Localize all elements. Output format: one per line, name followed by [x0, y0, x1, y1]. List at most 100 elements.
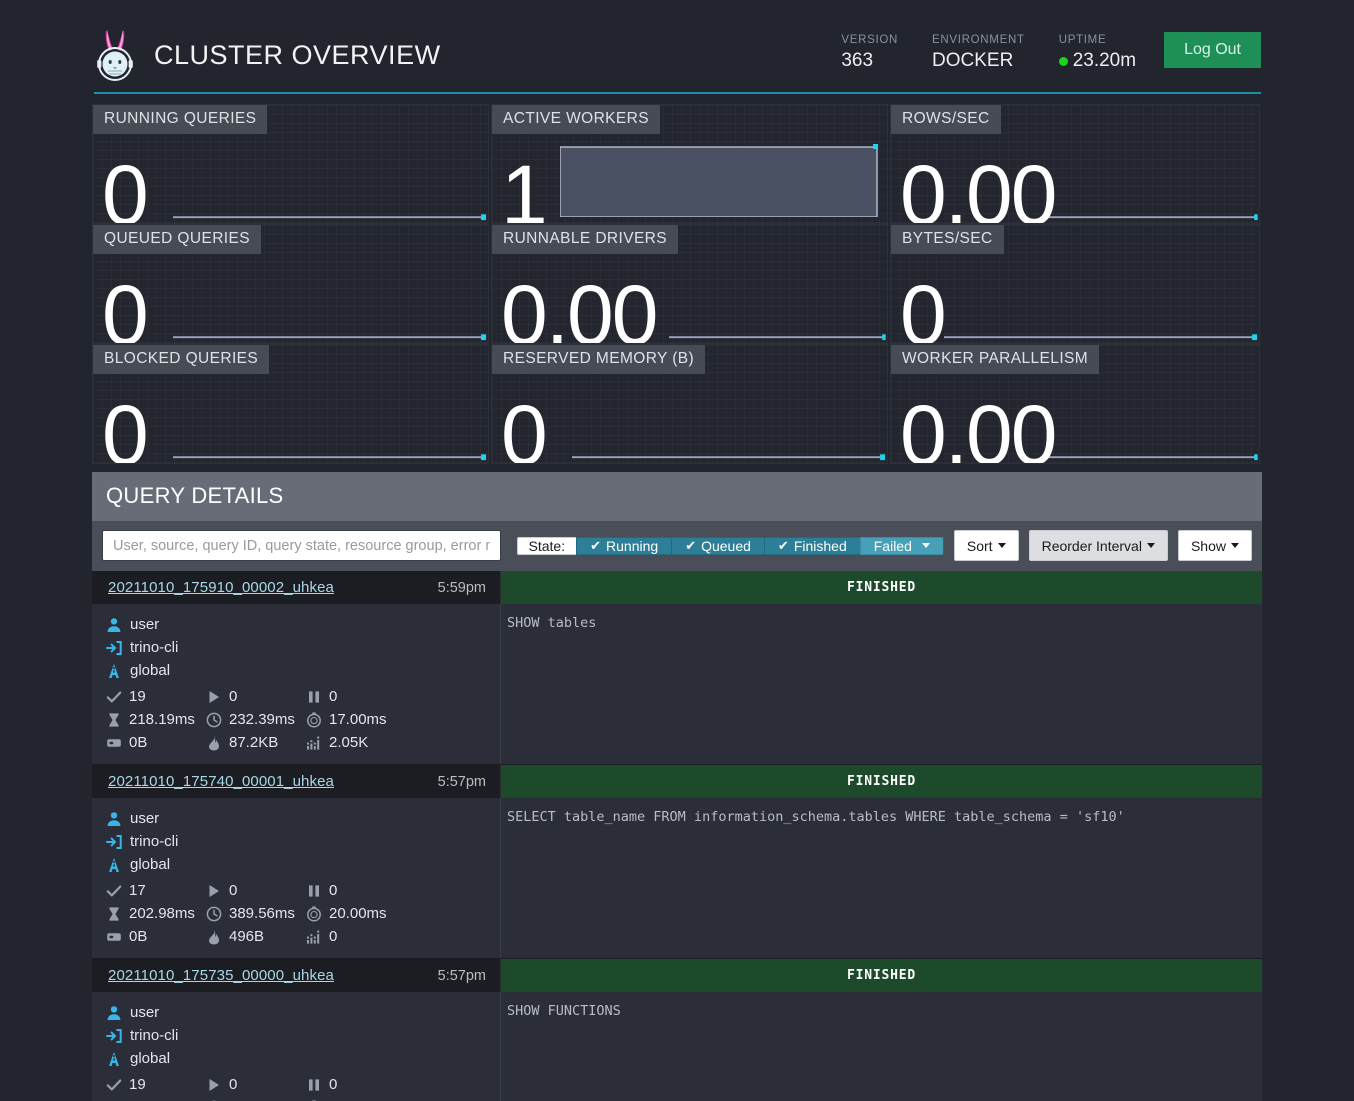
stat-card-sparkline	[669, 257, 887, 343]
query-metrics: 1700 202.98ms 389.56ms 20.00ms 0B496B0	[106, 879, 486, 948]
sort-dropdown[interactable]: Sort	[954, 530, 1019, 561]
query-sql-text: SHOW tables	[501, 604, 1262, 764]
query-metric-value: 87.2KB	[229, 734, 278, 751]
query-id-link[interactable]: 20211010_175910_00002_uhkea	[108, 579, 334, 596]
memory-icon	[106, 929, 122, 945]
chevron-down-icon	[922, 543, 930, 548]
show-dropdown[interactable]: Show	[1178, 530, 1252, 561]
query-state-badge: FINISHED	[501, 765, 1262, 798]
query-row-body: usertrino-cliglobal1900218.19ms232.39ms1…	[92, 604, 1262, 764]
stat-card-value: 0	[102, 273, 147, 344]
state-filter-failed[interactable]: Failed	[860, 537, 944, 555]
stat-card-sparkline	[572, 377, 887, 463]
state-filter-queued[interactable]: ✔ Queued	[671, 537, 764, 555]
query-metric-value: 19	[129, 688, 146, 705]
version-value: 363	[841, 50, 898, 72]
stat-card-value: 0	[900, 273, 945, 344]
user-icon	[106, 617, 122, 633]
stat-card-label: QUEUED QUERIES	[93, 225, 261, 254]
stat-card-value: 1	[501, 153, 546, 224]
stat-card: BYTES/SEC0	[890, 224, 1260, 344]
state-filter-finished[interactable]: ✔Finished	[764, 537, 860, 555]
show-label: Show	[1191, 538, 1226, 554]
stat-card: ROWS/SEC0.00	[890, 104, 1260, 224]
query-meta-value: global	[130, 662, 170, 679]
query-row: 20211010_175735_00000_uhkea5:57pmFINISHE…	[92, 959, 1262, 1101]
query-metric-row: 1700	[106, 879, 486, 902]
check-icon	[106, 689, 122, 705]
query-metric-row: 0B 87.2KB 2.05K	[106, 731, 486, 754]
uptime-stat: UPTIME 23.20m	[1059, 34, 1136, 72]
query-metric-elapsed-cpu-time: 17.00ms	[306, 711, 406, 728]
query-metric-value: 0	[329, 928, 337, 945]
query-metric-rows: 0	[306, 928, 406, 945]
query-details-title: QUERY DETAILS	[92, 472, 1262, 521]
stat-card-label: WORKER PARALLELISM	[891, 345, 1099, 374]
resource-group-icon	[106, 1051, 122, 1067]
page-title: CLUSTER OVERVIEW	[154, 40, 441, 71]
search-input[interactable]	[102, 530, 501, 561]
query-id-link[interactable]: 20211010_175735_00000_uhkea	[108, 967, 334, 984]
logout-button[interactable]: Log Out	[1164, 32, 1261, 68]
brand: CLUSTER OVERVIEW	[94, 27, 441, 83]
query-meta-value: user	[130, 616, 159, 633]
reorder-interval-label: Reorder Interval	[1042, 538, 1142, 554]
header-status-group: VERSION 363 ENVIRONMENT DOCKER UPTIME 23…	[841, 32, 1261, 78]
user-icon	[106, 1005, 122, 1021]
stat-card: BLOCKED QUERIES0	[92, 344, 489, 464]
query-metric-value: 17.00ms	[329, 711, 387, 728]
check-icon: ✔	[778, 538, 789, 554]
query-meta-user: user	[106, 807, 486, 830]
query-metric-value: 389.56ms	[229, 905, 295, 922]
stat-card-sparkline	[173, 377, 488, 463]
pause-icon	[306, 883, 322, 899]
check-icon: ✔	[685, 538, 696, 554]
chevron-down-icon	[1231, 543, 1239, 548]
cumulative-memory-icon	[206, 929, 222, 945]
query-row-header: 20211010_175740_00001_uhkea5:57pmFINISHE…	[92, 765, 1262, 798]
query-metric-total-cpu-time: 389.56ms	[206, 905, 306, 922]
rows-icon	[306, 929, 322, 945]
hourglass-icon	[106, 906, 122, 922]
resource-group-icon	[106, 663, 122, 679]
query-metric-value: 0B	[129, 928, 147, 945]
state-filter-running[interactable]: ✔Running	[576, 537, 671, 555]
query-metric-running-splits: 0	[206, 688, 306, 705]
user-icon	[106, 811, 122, 827]
version-label: VERSION	[841, 34, 898, 46]
version-stat: VERSION 363	[841, 34, 898, 72]
stat-card-label: RESERVED MEMORY (B)	[492, 345, 705, 374]
query-metric-value: 17	[129, 882, 146, 899]
environment-stat: ENVIRONMENT DOCKER	[932, 34, 1025, 72]
query-metric-value: 0B	[129, 734, 147, 751]
stat-card-value: 0	[102, 393, 147, 464]
state-filter-label: Queued	[701, 538, 751, 554]
query-metadata: usertrino-cliglobal 1700 202.98ms 389.56ms 2…	[92, 798, 501, 958]
query-meta-source: trino-cli	[106, 636, 486, 659]
query-metric-value: 20.00ms	[329, 905, 387, 922]
query-metric-running-splits: 0	[206, 1076, 306, 1093]
query-metric-total-cpu-time: 232.39ms	[206, 711, 306, 728]
query-metric-rows: 2.05K	[306, 734, 406, 751]
stat-card-value: 0	[102, 153, 147, 224]
query-row-header-left: 20211010_175910_00002_uhkea5:59pm	[92, 571, 501, 604]
query-details-toolbar: State: ✔Running ✔ Queued ✔FinishedFailed So…	[92, 521, 1262, 571]
pause-icon	[306, 689, 322, 705]
query-meta-source: trino-cli	[106, 830, 486, 853]
query-meta-resource-group: global	[106, 853, 486, 876]
query-metric-row: 0B496B0	[106, 925, 486, 948]
stat-card-label: RUNNING QUERIES	[93, 105, 267, 134]
chevron-down-icon	[998, 543, 1006, 548]
state-filter-label: State:	[517, 537, 577, 555]
query-list: 20211010_175910_00002_uhkea5:59pm FINISHE…	[92, 571, 1262, 1101]
reorder-interval-dropdown[interactable]: Reorder Interval	[1029, 530, 1168, 561]
stat-card-sparkline	[173, 137, 488, 223]
query-row-body: usertrino-cliglobal 1700 202.98ms 389.56ms 2…	[92, 798, 1262, 958]
status-indicator-dot-icon	[1059, 57, 1068, 66]
query-metric-wall-time: 202.98ms	[106, 905, 206, 922]
query-metric-value: 2.05K	[329, 734, 368, 751]
trino-rabbit-logo-icon	[94, 27, 136, 83]
clock-icon	[206, 906, 222, 922]
query-id-link[interactable]: 20211010_175740_00001_uhkea	[108, 773, 334, 790]
query-row-header-left: 20211010_175740_00001_uhkea5:57pm	[92, 765, 501, 798]
